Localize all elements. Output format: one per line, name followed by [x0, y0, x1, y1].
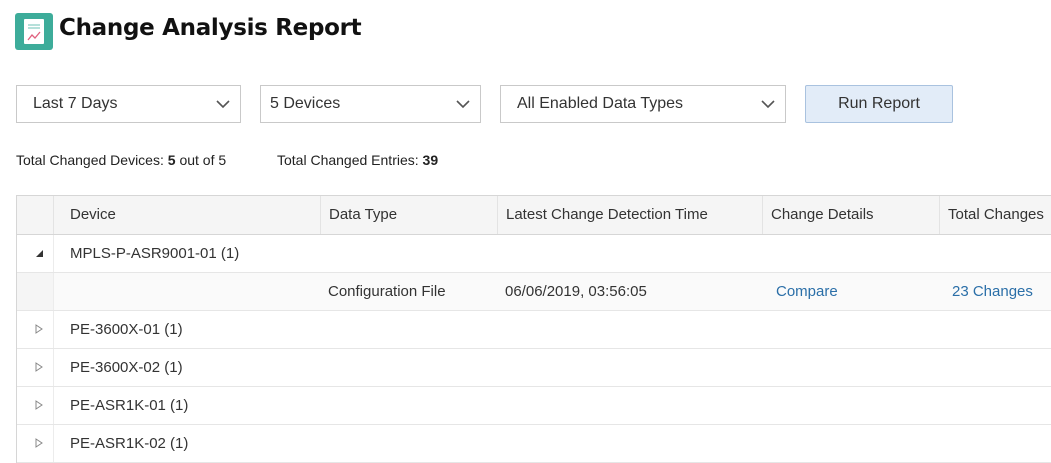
table-row[interactable]: PE-3600X-02 (1): [17, 349, 1051, 387]
device-name: MPLS-P-ASR9001-01 (1): [70, 245, 240, 262]
row-gutter: [17, 235, 54, 272]
data-types-select[interactable]: All Enabled Data Types: [500, 85, 786, 123]
column-header-data-type[interactable]: Data Type: [320, 196, 498, 234]
column-header-change-details[interactable]: Change Details: [762, 196, 940, 234]
table-row: Configuration File 06/06/2019, 03:56:05 …: [17, 273, 1051, 311]
device-name: PE-3600X-01 (1): [70, 321, 183, 338]
total-changes-link[interactable]: 23 Changes: [952, 273, 1033, 310]
row-gutter: [17, 311, 54, 348]
expand-arrow-icon[interactable]: [34, 324, 44, 334]
table-row[interactable]: PE-ASR1K-02 (1): [17, 425, 1051, 463]
expander-column-header: [17, 196, 54, 234]
row-gutter: [17, 387, 54, 424]
devices-value: 5 Devices: [270, 95, 341, 112]
time-range-value: Last 7 Days: [33, 95, 118, 112]
row-gutter: [17, 349, 54, 386]
page-title: Change Analysis Report: [59, 15, 362, 41]
table-row[interactable]: MPLS-P-ASR9001-01 (1): [17, 235, 1051, 273]
expand-arrow-icon[interactable]: [34, 438, 44, 448]
column-header-total-changes[interactable]: Total Changes: [939, 196, 1051, 234]
data-type-cell: Configuration File: [328, 283, 446, 300]
changed-devices-count: 5: [167, 152, 176, 168]
data-types-value: All Enabled Data Types: [517, 95, 684, 112]
column-header-device[interactable]: Device: [62, 196, 116, 234]
devices-select[interactable]: 5 Devices: [260, 85, 481, 123]
table-row[interactable]: PE-ASR1K-01 (1): [17, 387, 1051, 425]
table-header: Device Data Type Latest Change Detection…: [17, 196, 1051, 235]
changed-entries-summary: Total Changed Entries: 39: [277, 152, 438, 168]
changed-entries-label: Total Changed Entries:: [277, 152, 419, 168]
report-icon: [15, 13, 53, 50]
changed-devices-summary: Total Changed Devices: 5 out of 5: [16, 152, 226, 168]
compare-link[interactable]: Compare: [776, 273, 838, 310]
changes-table: Device Data Type Latest Change Detection…: [16, 195, 1051, 463]
expand-arrow-icon[interactable]: [34, 400, 44, 410]
chevron-down-icon: [761, 100, 775, 109]
time-range-select[interactable]: Last 7 Days: [16, 85, 241, 123]
column-header-detection-time[interactable]: Latest Change Detection Time: [497, 196, 763, 234]
chevron-down-icon: [216, 100, 230, 109]
chevron-down-icon: [456, 100, 470, 109]
run-report-button[interactable]: Run Report: [805, 85, 953, 123]
table-row[interactable]: PE-3600X-01 (1): [17, 311, 1051, 349]
changed-devices-total: out of 5: [179, 152, 227, 168]
row-gutter: [17, 425, 54, 462]
device-name: PE-ASR1K-01 (1): [70, 397, 189, 414]
row-gutter: [17, 273, 54, 310]
device-name: PE-3600X-02 (1): [70, 359, 183, 376]
collapse-arrow-icon[interactable]: [34, 248, 44, 258]
expand-arrow-icon[interactable]: [34, 362, 44, 372]
changed-entries-count: 39: [422, 152, 439, 168]
detection-time-cell: 06/06/2019, 03:56:05: [505, 283, 647, 300]
device-name: PE-ASR1K-02 (1): [70, 435, 189, 452]
changed-devices-label: Total Changed Devices:: [16, 152, 164, 168]
